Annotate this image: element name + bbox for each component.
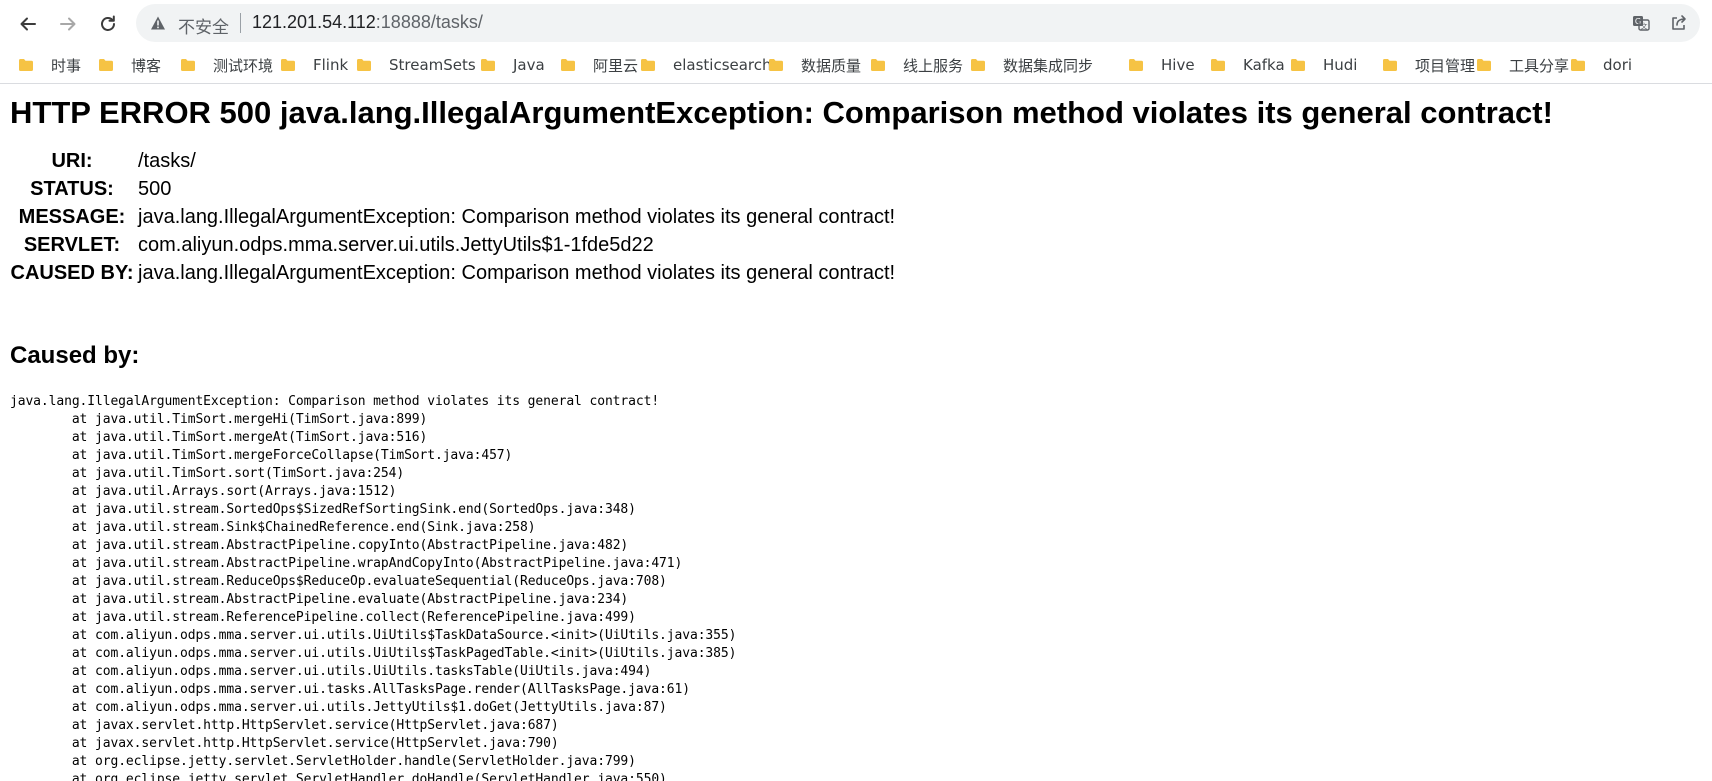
info-value: 500 — [138, 178, 172, 200]
reload-icon — [101, 15, 115, 31]
share-icon[interactable] — [1670, 14, 1688, 32]
info-label: URI: — [51, 150, 93, 172]
bookmark-label: dori — [1603, 56, 1633, 74]
bookmark-item[interactable]: 阿里云 — [560, 54, 638, 76]
bookmark-item[interactable]: elasticsearch — [640, 54, 772, 76]
folder-icon — [481, 59, 495, 71]
bookmarks-bar: 时事 博客 测试环境 Flink StreamSets Java 阿里云 elasticsea… — [0, 46, 1712, 84]
folder-icon — [1477, 59, 1491, 71]
arrow-right-icon — [60, 17, 76, 31]
bookmark-label: 工具分享 — [1509, 56, 1570, 75]
bookmark-item[interactable]: 线上服务 — [870, 54, 963, 76]
folder-icon — [357, 59, 371, 71]
back-button[interactable] — [14, 10, 42, 38]
bookmark-item[interactable]: 时事 — [18, 54, 81, 76]
warning-triangle-icon[interactable] — [150, 15, 166, 31]
bookmark-item[interactable]: 工具分享 — [1476, 54, 1569, 76]
folder-icon — [19, 59, 33, 71]
reload-button[interactable] — [94, 10, 122, 38]
bookmark-label: elasticsearch — [673, 56, 772, 74]
caused-by-heading: Caused by: — [10, 342, 140, 369]
folder-icon — [561, 59, 575, 71]
bookmark-label: Hive — [1161, 56, 1195, 74]
folder-icon — [1211, 59, 1225, 71]
bookmark-label: StreamSets — [389, 56, 476, 74]
translate-icon[interactable]: G 文 — [1632, 14, 1650, 32]
address-bar[interactable]: 不安全 121.201.54.112:18888/tasks/ G 文 — [136, 4, 1700, 42]
bookmark-item[interactable]: StreamSets — [356, 54, 476, 76]
info-value: com.aliyun.odps.mma.server.ui.utils.Jett… — [138, 234, 654, 256]
bookmark-label: 线上服务 — [903, 56, 964, 75]
browser-toolbar: 不安全 121.201.54.112:18888/tasks/ G 文 — [0, 0, 1712, 46]
forward-button[interactable] — [54, 10, 82, 38]
bookmark-item[interactable]: 测试环境 — [180, 54, 273, 76]
bookmark-label: Flink — [313, 56, 349, 74]
bookmark-label: Kafka — [1243, 56, 1285, 74]
url-path: :18888/tasks/ — [375, 12, 483, 32]
folder-icon — [181, 59, 195, 71]
folder-icon — [1129, 59, 1143, 71]
folder-icon — [871, 59, 885, 71]
folder-icon — [1383, 59, 1397, 71]
security-status-label[interactable]: 不安全 — [178, 13, 229, 38]
bookmark-label: 阿里云 — [593, 56, 639, 75]
folder-icon — [1571, 59, 1585, 71]
folder-icon — [281, 59, 295, 71]
folder-icon — [641, 59, 655, 71]
bookmark-label: 时事 — [51, 56, 82, 75]
bookmark-item[interactable]: Flink — [280, 54, 348, 76]
bookmark-label: Hudi — [1323, 56, 1358, 74]
info-value: java.lang.IllegalArgumentException: Comp… — [138, 206, 896, 228]
svg-text:文: 文 — [1641, 22, 1648, 31]
bookmark-item[interactable]: Hudi — [1290, 54, 1357, 76]
info-value: java.lang.IllegalArgumentException: Comp… — [138, 262, 896, 284]
url-text[interactable]: 121.201.54.112:18888/tasks/ — [252, 12, 483, 33]
info-label: SERVLET: — [23, 234, 121, 256]
info-label: MESSAGE: — [18, 206, 126, 228]
stack-trace: java.lang.IllegalArgumentException: Comp… — [10, 394, 737, 781]
info-label: CAUSED BY: — [10, 262, 134, 284]
page-title: HTTP ERROR 500 java.lang.IllegalArgument… — [10, 95, 1553, 130]
address-bar-divider — [240, 13, 241, 33]
bookmark-label: 数据集成同步 — [1003, 56, 1094, 75]
bookmark-item[interactable]: Hive — [1128, 54, 1195, 76]
bookmark-item[interactable]: 博客 — [98, 54, 161, 76]
bookmark-label: 博客 — [131, 56, 162, 75]
bookmark-label: 项目管理 — [1415, 56, 1476, 75]
bookmark-item[interactable]: dori — [1570, 54, 1632, 76]
bookmark-item[interactable]: Java — [480, 54, 545, 76]
folder-icon — [99, 59, 113, 71]
folder-icon — [971, 59, 985, 71]
error-page: HTTP ERROR 500 java.lang.IllegalArgument… — [0, 84, 1712, 781]
bookmark-item[interactable]: 数据质量 — [768, 54, 861, 76]
bookmark-item[interactable]: 数据集成同步 — [970, 54, 1093, 76]
info-value: /tasks/ — [138, 150, 196, 172]
folder-icon — [1291, 59, 1305, 71]
bookmark-label: 测试环境 — [213, 56, 274, 75]
folder-icon — [769, 59, 783, 71]
arrow-left-icon — [20, 17, 36, 31]
bookmark-label: Java — [513, 56, 545, 74]
info-label: STATUS: — [30, 178, 114, 200]
bookmark-label: 数据质量 — [801, 56, 862, 75]
bookmark-item[interactable]: Kafka — [1210, 54, 1285, 76]
bookmark-item[interactable]: 项目管理 — [1382, 54, 1475, 76]
url-host: 121.201.54.112 — [252, 12, 376, 32]
